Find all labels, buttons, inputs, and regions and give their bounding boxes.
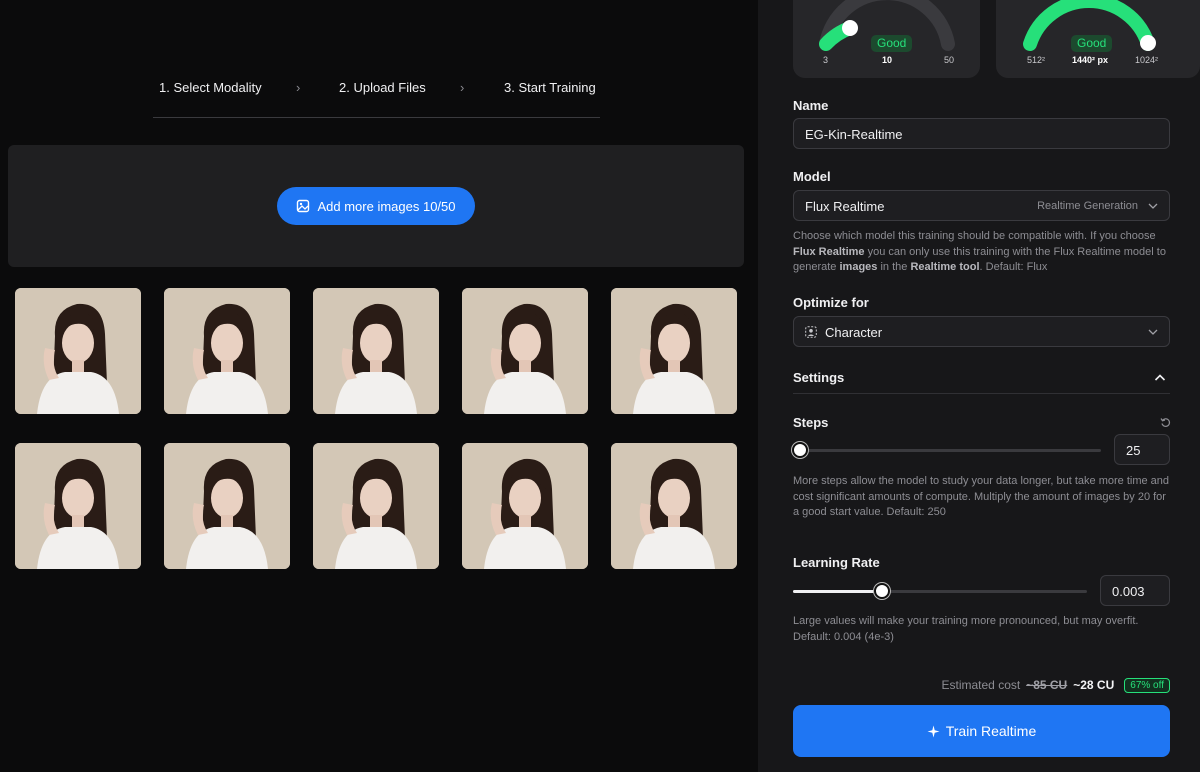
- train-realtime-label: Train Realtime: [945, 723, 1037, 739]
- gauge-value: 1440² px: [1072, 55, 1109, 65]
- settings-label: Settings: [793, 370, 845, 385]
- name-input[interactable]: EG-Kin-Realtime: [793, 118, 1170, 149]
- learning-rate-slider-fill: [793, 590, 882, 593]
- chevron-down-icon: [1148, 329, 1158, 335]
- gauge-min: 3: [823, 55, 829, 65]
- character-icon: [805, 326, 817, 338]
- optimize-label: Optimize for: [793, 295, 869, 310]
- learning-rate-label: Learning Rate: [793, 555, 880, 570]
- estimated-cost-row: Estimated cost ~85 CU ~28 CU 67% off: [900, 676, 1170, 694]
- old-cost: ~85 CU: [1026, 678, 1068, 692]
- step-start-training[interactable]: 3. Start Training: [504, 80, 596, 95]
- model-value: Flux Realtime: [805, 199, 885, 214]
- add-more-images-button[interactable]: Add more images 10/50: [277, 187, 475, 225]
- chevron-up-icon[interactable]: [1154, 373, 1166, 382]
- model-help-text: Choose which model this training should …: [793, 230, 1166, 273]
- gauge-min: 512²: [1027, 55, 1046, 65]
- steps-help-text: More steps allow the model to study your…: [793, 475, 1170, 518]
- learning-rate-help-text: Large values will make your training mor…: [793, 615, 1139, 643]
- steps-value-input[interactable]: 25: [1114, 434, 1170, 465]
- steps-label: Steps: [793, 415, 829, 430]
- sparkle-icon: [927, 725, 940, 737]
- resolution-gauge: Good 512² 1440² px 1024²: [996, 0, 1200, 78]
- steps-slider-track[interactable]: [793, 449, 1101, 452]
- gauge-status-badge: Good: [871, 35, 913, 52]
- model-tag: Realtime Generation: [1037, 200, 1138, 212]
- optimize-value: Character: [825, 325, 883, 340]
- train-realtime-button[interactable]: Train Realtime: [793, 705, 1170, 757]
- learning-rate-value-input[interactable]: 0.003: [1100, 575, 1170, 606]
- training-image-thumbnail[interactable]: [611, 288, 737, 414]
- training-image-thumbnail[interactable]: [462, 443, 588, 569]
- training-image-thumbnail[interactable]: [15, 288, 141, 414]
- image-add-icon: [297, 199, 310, 213]
- stepper: 1. Select Modality › 2. Upload Files › 3…: [153, 70, 600, 118]
- training-image-thumbnail[interactable]: [164, 288, 290, 414]
- gauge-max: 50: [944, 55, 955, 65]
- training-image-thumbnail[interactable]: [164, 443, 290, 569]
- image-count-gauge: Good 3 10 50: [793, 0, 980, 78]
- gauge-max: 1024²: [1135, 55, 1159, 65]
- new-cost: ~28 CU: [1073, 678, 1115, 692]
- reset-icon[interactable]: [1160, 417, 1171, 428]
- training-image-thumbnail[interactable]: [462, 288, 588, 414]
- steps-slider-handle[interactable]: [792, 442, 808, 458]
- chevron-right-icon: ›: [296, 80, 301, 95]
- training-image-thumbnail[interactable]: [611, 443, 737, 569]
- training-image-thumbnail[interactable]: [313, 443, 439, 569]
- step-upload-files[interactable]: 2. Upload Files: [339, 80, 426, 95]
- estimated-cost-label: Estimated cost: [941, 678, 1021, 692]
- training-image-thumbnail[interactable]: [313, 288, 439, 414]
- settings-section-header[interactable]: Settings: [793, 362, 1170, 394]
- chevron-down-icon: [1148, 203, 1158, 209]
- chevron-right-icon: ›: [460, 80, 465, 95]
- model-select[interactable]: Flux Realtime Realtime Generation: [793, 190, 1170, 221]
- training-image-thumbnail[interactable]: [15, 443, 141, 569]
- model-label: Model: [793, 169, 831, 184]
- name-label: Name: [793, 98, 829, 113]
- discount-badge: 67% off: [1124, 677, 1170, 693]
- name-value: EG-Kin-Realtime: [805, 127, 903, 142]
- step-select-modality[interactable]: 1. Select Modality: [159, 80, 262, 95]
- optimize-select[interactable]: Character: [793, 316, 1170, 347]
- add-more-images-label: Add more images 10/50: [317, 198, 456, 214]
- gauge-value: 10: [882, 55, 893, 65]
- gauge-status-badge: Good: [1071, 35, 1113, 52]
